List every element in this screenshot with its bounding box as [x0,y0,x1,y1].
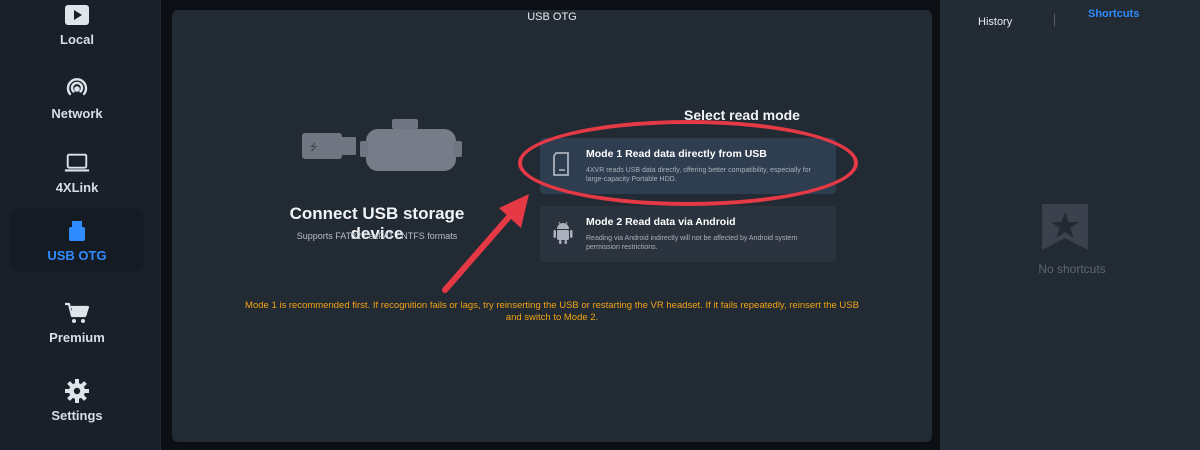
mode-2-description: Reading via Android indirectly will not … [586,235,798,251]
usb-stick-icon: ⭍ [302,133,356,159]
cart-icon [64,300,90,326]
right-panel: History Shortcuts No shortcuts [940,0,1200,450]
sidebar-item-label: Local [60,31,94,47]
sidebar-item-label: Network [51,105,103,121]
android-icon [552,220,574,244]
wifi-icon [64,76,90,102]
sidebar: Local Network 4XLink USB OTG Premium Set… [0,0,161,450]
tab-separator [1054,14,1055,26]
sd-card-icon [552,152,574,176]
tab-history[interactable]: History [978,16,1012,28]
sidebar-item-label: Premium [49,329,105,345]
mode-2-title: Mode 2 Read data via Android [586,216,736,228]
tab-shortcuts[interactable]: Shortcuts [1088,8,1139,20]
vr-headset-icon [360,119,462,171]
warning-text: Mode 1 is recommended first. If recognit… [245,300,859,323]
mode-header: Select read mode [684,107,800,123]
mode-1-title: Mode 1 Read data directly from USB [586,148,767,160]
svg-text:⭍: ⭍ [310,142,318,153]
sidebar-item-label: 4XLink [55,179,99,195]
mode-1-description: 4XVR reads USB data directly, offering b… [586,167,811,183]
window-title: USB OTG [527,11,577,23]
sidebar-item-4xlink[interactable]: 4XLink [10,140,144,204]
mode-2-card[interactable]: Mode 2 Read data via Android Reading via… [540,206,836,262]
sidebar-item-premium[interactable]: Premium [10,290,144,354]
play-icon [64,2,90,28]
main-panel: USB OTG ⭍ Connect USB storage device Sup… [172,10,932,442]
sidebar-item-label: USB OTG [47,247,107,263]
gear-icon [64,378,90,404]
sidebar-item-settings[interactable]: Settings [10,368,144,432]
empty-state-text: No shortcuts [1038,262,1106,276]
pointer-arrow-icon [437,190,537,305]
sidebar-item-label: Settings [51,407,103,423]
bookmark-star-icon [1040,202,1090,257]
usb-drive-icon [64,218,90,244]
sidebar-item-network[interactable]: Network [10,66,144,130]
sidebar-item-local[interactable]: Local [10,0,144,56]
laptop-icon [64,150,90,176]
usb-headset-illustration: ⭍ [300,115,470,190]
sidebar-item-usb-otg[interactable]: USB OTG [10,208,144,272]
mode-1-card[interactable]: Mode 1 Read data directly from USB 4XVR … [540,138,836,194]
